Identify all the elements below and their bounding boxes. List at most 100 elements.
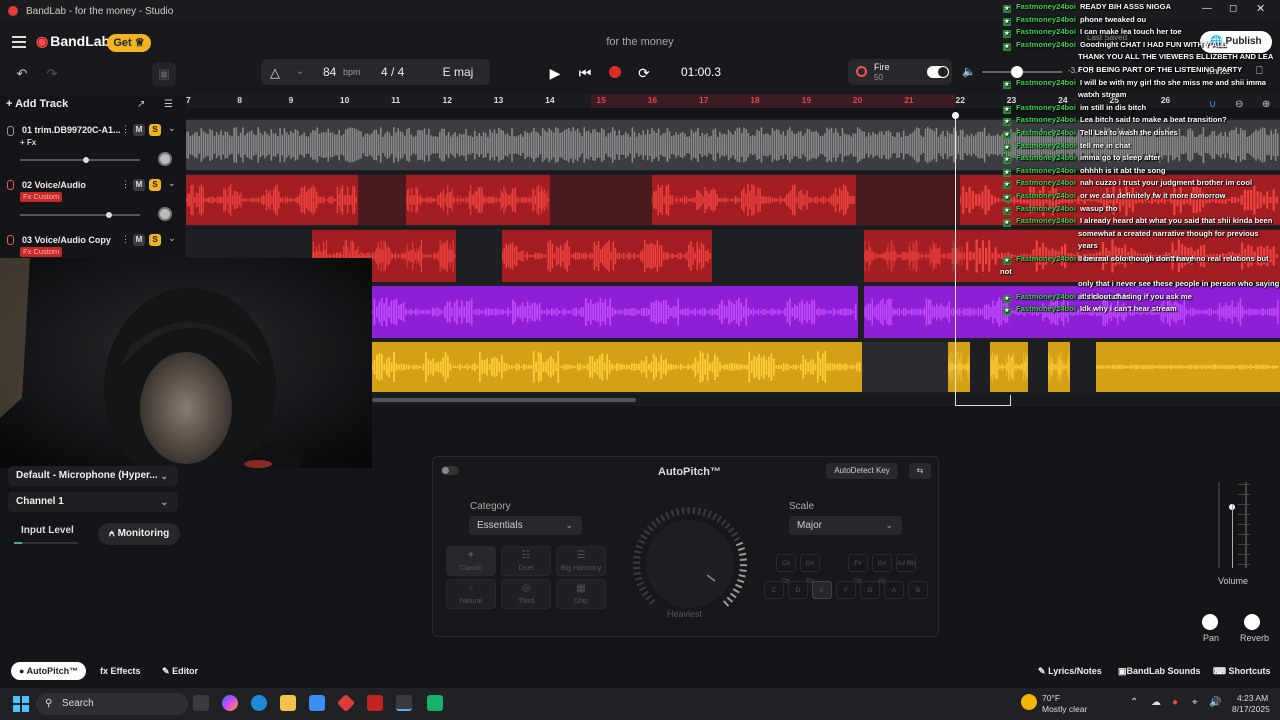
- audio-clip-red[interactable]: [864, 230, 964, 282]
- tab-lyrics-notes[interactable]: ✎ Lyrics/Notes: [1038, 662, 1102, 680]
- audio-clip-gold[interactable]: [372, 342, 862, 392]
- fx-button[interactable]: + Fx: [20, 138, 36, 147]
- audio-clip-purple[interactable]: [372, 286, 858, 338]
- key-button-natural[interactable]: D: [788, 581, 808, 599]
- metronome-icon[interactable]: △: [270, 65, 280, 81]
- audio-clip-gold[interactable]: [1048, 342, 1070, 392]
- audio-clip-gold[interactable]: [1096, 342, 1280, 392]
- track-name[interactable]: 01 trim.DB99720C-A1...: [22, 125, 121, 135]
- pan-knob[interactable]: [1202, 614, 1218, 630]
- menu-icon[interactable]: [12, 36, 26, 48]
- key-button-natural[interactable]: C: [764, 581, 784, 599]
- edge-icon[interactable]: [251, 695, 267, 711]
- mcafee-icon[interactable]: [367, 695, 383, 711]
- swap-icon[interactable]: ⇆: [909, 463, 931, 479]
- key-button-natural[interactable]: G: [860, 581, 880, 599]
- track-name[interactable]: 03 Voice/Audio Copy: [22, 235, 111, 245]
- time-signature[interactable]: 4 / 4: [381, 65, 404, 79]
- key-button-sharp[interactable]: C# Db: [776, 554, 796, 585]
- get-membership-button[interactable]: Get ♕: [107, 34, 151, 52]
- audio-clip-red[interactable]: [186, 175, 358, 225]
- redo-icon[interactable]: ↷: [40, 62, 64, 86]
- taskbar-search[interactable]: ⚲ Search: [36, 693, 188, 715]
- wifi-icon[interactable]: ⌖: [1192, 697, 1198, 708]
- fx-custom-badge[interactable]: Fx Custom: [20, 247, 63, 257]
- selection-marker[interactable]: [955, 395, 1011, 406]
- track-volume-knob[interactable]: [83, 157, 89, 163]
- solo-button[interactable]: S: [149, 124, 161, 136]
- more-icon[interactable]: ⋮: [121, 234, 130, 245]
- add-track-button[interactable]: + Add Track: [6, 98, 68, 110]
- tab-shortcuts[interactable]: ⌨ Shortcuts: [1213, 662, 1271, 680]
- solo-button[interactable]: S: [149, 179, 161, 191]
- pan-dial[interactable]: [158, 207, 172, 221]
- track-volume-slider[interactable]: [20, 214, 140, 216]
- audio-clip-dim[interactable]: [550, 175, 652, 225]
- speaker-icon[interactable]: 🔈: [962, 65, 976, 78]
- scale-select[interactable]: Major ⌄: [789, 516, 902, 535]
- solo-button[interactable]: S: [149, 234, 161, 246]
- audio-clip-gold[interactable]: [948, 342, 970, 392]
- autodetect-key-button[interactable]: AutoDetect Key: [826, 463, 898, 479]
- style-natural[interactable]: ▫ Natural: [446, 579, 496, 609]
- mute-button[interactable]: M: [133, 179, 145, 191]
- tab-bandlab-sounds[interactable]: ▣BandLab Sounds: [1118, 662, 1201, 680]
- weather-icon[interactable]: [1021, 694, 1037, 710]
- bandlab-logo[interactable]: ◉ BandLab: [36, 33, 110, 50]
- audio-clip-empty[interactable]: [862, 342, 948, 392]
- loop-region[interactable]: [591, 94, 955, 108]
- more-icon[interactable]: ⋮: [121, 179, 130, 190]
- tray-app-icon[interactable]: ☁: [1151, 697, 1161, 708]
- skip-back-icon[interactable]: ⏮: [572, 62, 598, 84]
- task-view-icon[interactable]: [193, 695, 209, 711]
- chevron-down-icon[interactable]: ⌄: [168, 233, 176, 244]
- chevron-down-icon[interactable]: ⌄: [168, 178, 176, 189]
- key-button-sharp[interactable]: G# Ab: [872, 554, 892, 585]
- track-volume-slider[interactable]: [20, 159, 140, 161]
- tab-editor[interactable]: ✎ Editor: [162, 662, 198, 680]
- file-explorer-icon[interactable]: [280, 695, 296, 711]
- key-button-sharp[interactable]: F# Gb: [848, 554, 868, 585]
- mute-button[interactable]: M: [133, 234, 145, 246]
- fx-custom-badge[interactable]: Fx Custom: [20, 192, 63, 202]
- track-header-3[interactable]: 03 Voice/Audio Copy ⋮ M S ⌄ Fx Custom: [0, 228, 186, 258]
- bpm-value[interactable]: 84: [323, 65, 336, 79]
- channel-select[interactable]: Channel 1 ⌄: [8, 492, 178, 512]
- volume-tray-icon[interactable]: 🔊: [1209, 697, 1221, 708]
- key-button-natural[interactable]: A: [884, 581, 904, 599]
- chevron-up-icon[interactable]: ⌃: [1130, 697, 1138, 708]
- style-big-harmony[interactable]: ☰ Big Harmony: [556, 546, 606, 576]
- clock-date[interactable]: 8/17/2025: [1232, 704, 1270, 714]
- audio-clip-red[interactable]: [406, 175, 550, 225]
- loop-icon[interactable]: ⟳: [631, 62, 657, 84]
- preset-toggle[interactable]: [927, 66, 949, 78]
- input-device-select[interactable]: Default - Microphone (Hyper... ⌄: [8, 466, 178, 486]
- style-duet[interactable]: ☷ Duet: [501, 546, 551, 576]
- save-icon[interactable]: ▣: [152, 62, 176, 86]
- monitoring-button[interactable]: ⍲ Monitoring: [98, 523, 180, 545]
- project-title[interactable]: for the money: [560, 36, 720, 48]
- more-icon[interactable]: ⋮: [121, 124, 130, 135]
- style-chip[interactable]: ▦ Chip: [556, 579, 606, 609]
- bandlab-taskbar-icon[interactable]: [396, 695, 412, 711]
- autopitch-dial[interactable]: [631, 505, 749, 623]
- play-icon[interactable]: ▶: [542, 62, 568, 84]
- chevron-down-icon[interactable]: ⌄: [296, 66, 304, 77]
- record-icon[interactable]: [609, 66, 621, 78]
- track-name[interactable]: 02 Voice/Audio: [22, 180, 86, 190]
- style-classic[interactable]: ✦ Classic: [446, 546, 496, 576]
- playhead[interactable]: [955, 114, 956, 404]
- mic-tray-icon[interactable]: ●: [1172, 697, 1178, 708]
- chevron-down-icon[interactable]: ⌄: [168, 123, 176, 134]
- copilot-icon[interactable]: [222, 695, 238, 711]
- key-button-natural[interactable]: F: [836, 581, 856, 599]
- mute-button[interactable]: M: [133, 124, 145, 136]
- reverb-knob[interactable]: [1244, 614, 1260, 630]
- audio-clip-gold[interactable]: [990, 342, 1028, 392]
- pan-dial[interactable]: [158, 152, 172, 166]
- track-header-1[interactable]: 01 trim.DB99720C-A1... ⋮ M S ⌄ + Fx: [0, 118, 186, 172]
- tab-effects[interactable]: fx Effects: [100, 662, 141, 680]
- fire-preset-icon[interactable]: [856, 66, 867, 77]
- audio-clip-red[interactable]: [652, 175, 856, 225]
- clock-time[interactable]: 4:23 AM: [1237, 693, 1268, 703]
